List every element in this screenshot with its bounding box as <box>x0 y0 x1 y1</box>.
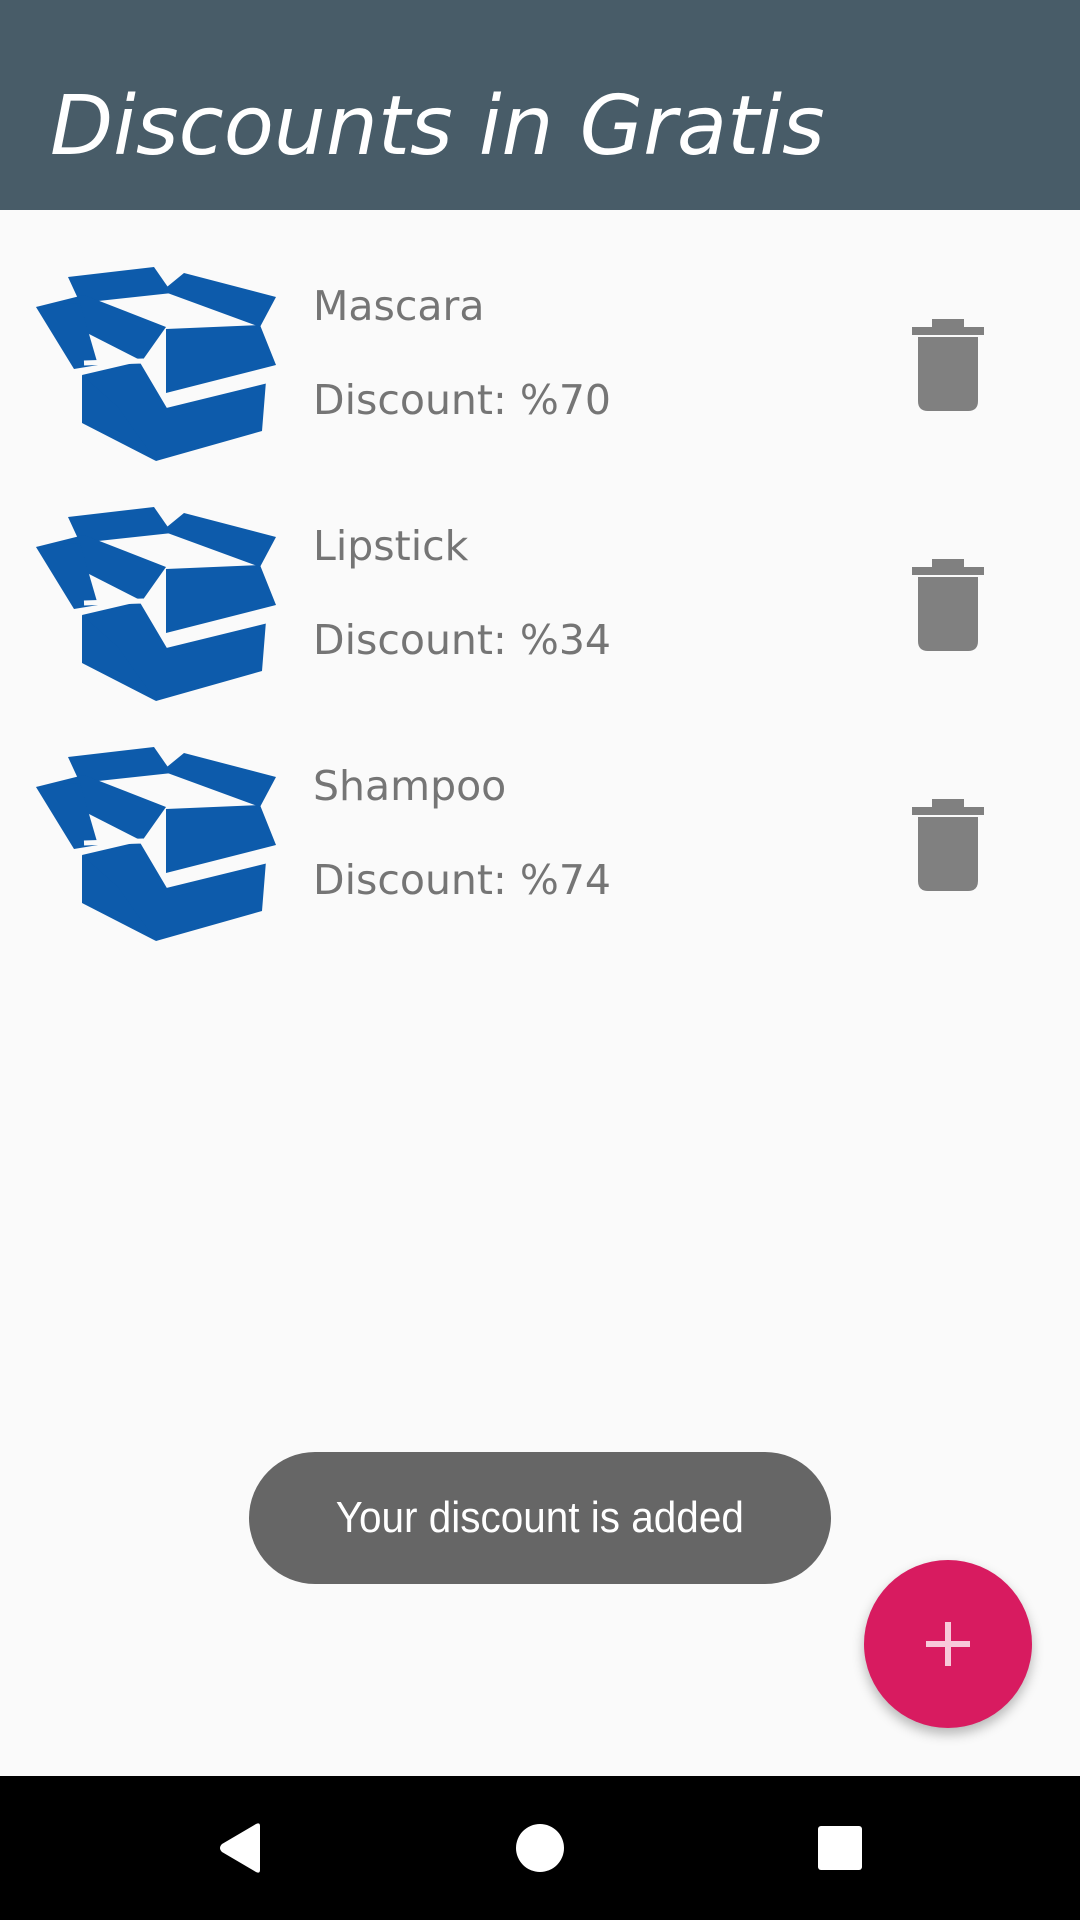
open-box-icon <box>36 267 276 461</box>
toast-message: Your discount is added <box>335 1493 745 1542</box>
discount-label: Discount: <box>313 376 507 424</box>
discount-list: Mascara Discount: %70 Lipstick Discount:… <box>0 240 1080 960</box>
discount-value: %74 <box>519 856 611 904</box>
item-discount: Discount: %70 <box>313 380 611 421</box>
toast: Your discount is added <box>249 1452 831 1584</box>
add-discount-button[interactable] <box>864 1560 1032 1728</box>
back-icon <box>220 1823 260 1873</box>
open-box-icon <box>36 507 276 701</box>
discount-label: Discount: <box>313 616 507 664</box>
recents-icon <box>818 1826 862 1870</box>
discount-separator <box>507 616 520 664</box>
item-name: Lipstick <box>313 522 469 570</box>
list-item[interactable]: Mascara Discount: %70 <box>0 240 1080 480</box>
app-bar: Discounts in Gratis <box>0 0 1080 210</box>
delete-button[interactable] <box>900 310 996 420</box>
item-discount: Discount: %74 <box>313 860 611 901</box>
delete-button[interactable] <box>900 790 996 900</box>
list-item[interactable]: Lipstick Discount: %34 <box>0 480 1080 720</box>
plus-icon <box>926 1622 970 1666</box>
nav-back-button[interactable] <box>160 1776 320 1920</box>
discount-value: %70 <box>519 376 611 424</box>
trash-icon <box>912 799 984 891</box>
discount-value: %34 <box>519 616 611 664</box>
trash-icon <box>912 559 984 651</box>
discount-separator <box>507 856 520 904</box>
home-icon <box>516 1824 564 1872</box>
page-title: Discounts in Gratis <box>50 79 825 174</box>
nav-recents-button[interactable] <box>760 1776 920 1920</box>
delete-button[interactable] <box>900 550 996 660</box>
item-discount: Discount: %34 <box>313 620 611 661</box>
item-name: Shampoo <box>313 762 507 810</box>
trash-icon <box>912 319 984 411</box>
discount-label: Discount: <box>313 856 507 904</box>
system-nav-bar <box>0 1776 1080 1920</box>
open-box-icon <box>36 747 276 941</box>
item-name: Mascara <box>313 282 485 330</box>
nav-home-button[interactable] <box>460 1776 620 1920</box>
screen: Discounts in Gratis Mascara Discount: %7… <box>0 0 1080 1920</box>
list-item[interactable]: Shampoo Discount: %74 <box>0 720 1080 960</box>
discount-separator <box>507 376 520 424</box>
